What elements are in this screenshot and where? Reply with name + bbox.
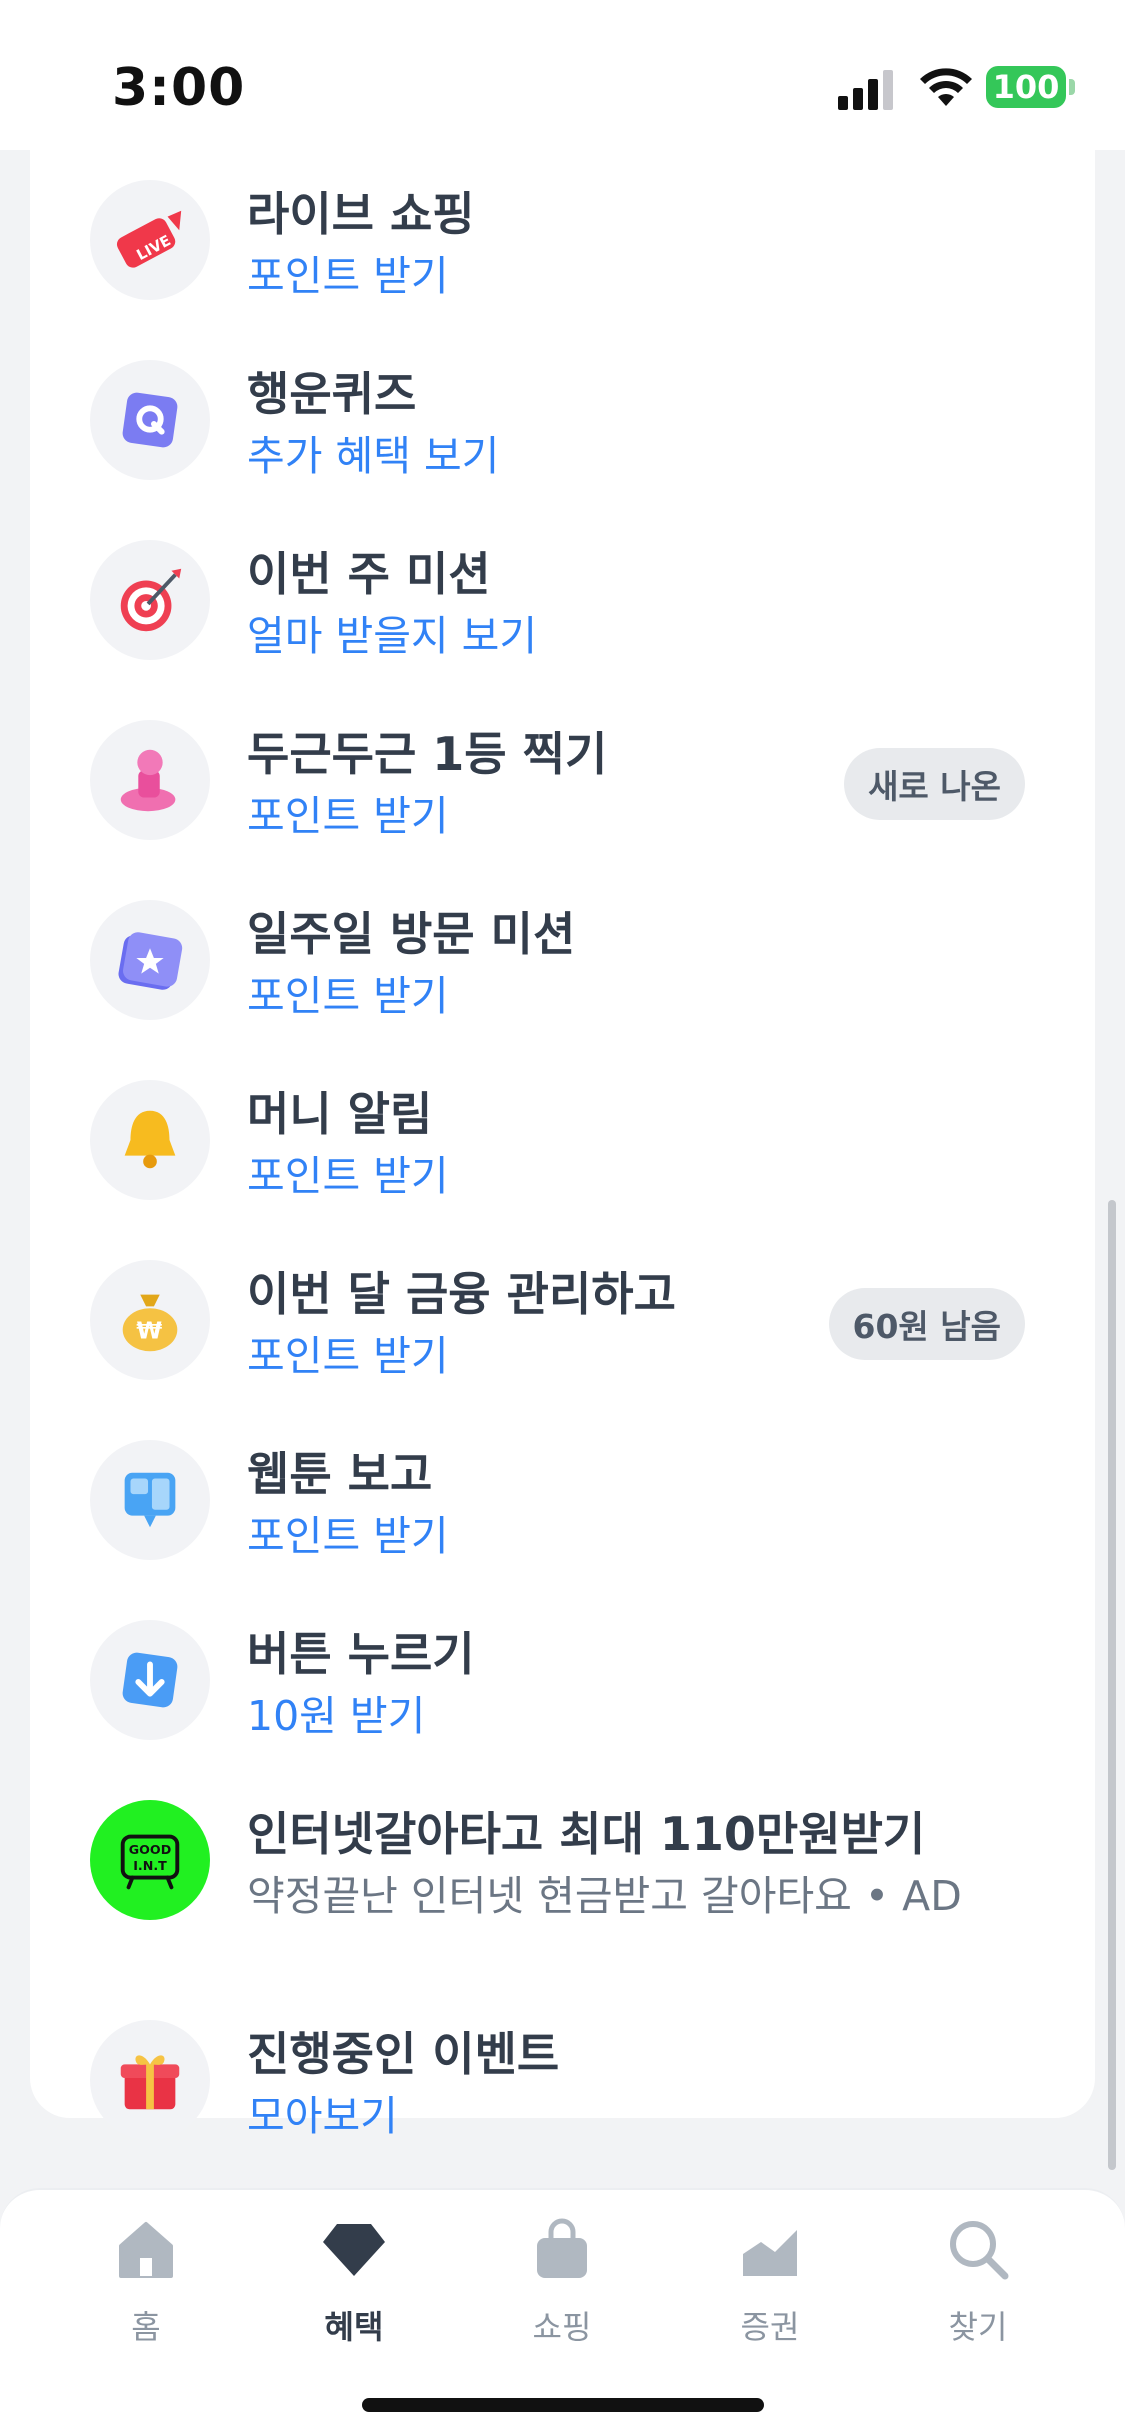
tab-home[interactable]: 홈	[66, 2216, 226, 2366]
target-icon	[90, 540, 210, 660]
item-title: 머니 알림	[247, 1087, 433, 1141]
stocks-chart-icon	[743, 2230, 797, 2276]
bell-icon	[90, 1080, 210, 1200]
gift-icon	[90, 2020, 210, 2140]
list-item-money-alert[interactable]: 머니 알림 포인트 받기	[30, 1050, 1095, 1230]
item-subtitle: 포인트 받기	[247, 1152, 449, 1200]
list-item-weekly-mission[interactable]: 이번 주 미션 얼마 받을지 보기	[30, 510, 1095, 690]
remaining-amount-badge: 60원 남음	[828, 1288, 1025, 1360]
tab-label: 증권	[740, 2308, 800, 2346]
battery-indicator: 100	[986, 66, 1066, 108]
list-item-monthly-finance[interactable]: ₩ 이번 달 금융 관리하고 포인트 받기 60원 남음	[30, 1230, 1095, 1410]
item-subtitle: 얼마 받을지 보기	[247, 612, 538, 660]
wifi-icon	[920, 68, 972, 106]
list-item-ongoing-events[interactable]: 진행중인 이벤트 모아보기	[30, 1990, 1095, 2170]
quiz-icon	[90, 360, 210, 480]
item-subtitle: 약정끝난 인터넷 현금받고 갈아타요 • AD	[247, 1872, 962, 1920]
money-bag-icon: ₩	[90, 1260, 210, 1380]
logo-text-top: GOOD	[129, 1842, 171, 1857]
list-item-first-place-stamp[interactable]: 두근두근 1등 찍기 포인트 받기 새로 나온	[30, 690, 1095, 870]
list-item-live-shopping[interactable]: LIVE 라이브 쇼핑 포인트 받기	[30, 150, 1095, 330]
webtoon-icon	[90, 1440, 210, 1560]
tab-label: 찾기	[948, 2308, 1008, 2346]
list-item-lucky-quiz[interactable]: 행운퀴즈 추가 혜택 보기	[30, 330, 1095, 510]
item-subtitle: 모아보기	[247, 2092, 398, 2140]
item-subtitle: 포인트 받기	[247, 1332, 449, 1380]
down-arrow-button-icon	[90, 1620, 210, 1740]
tab-shopping[interactable]: 쇼핑	[482, 2216, 642, 2366]
benefits-list-card: LIVE 라이브 쇼핑 포인트 받기 행운퀴즈 추가 혜택 보기 이번 주 미션…	[30, 150, 1095, 2140]
home-icon	[119, 2222, 173, 2278]
item-title: 두근두근 1등 찍기	[247, 727, 608, 781]
item-title: 이번 달 금융 관리하고	[247, 1267, 676, 1321]
good-int-logo: GOOD I.N.T	[90, 1800, 210, 1920]
item-title: 버튼 누르기	[247, 1627, 475, 1681]
item-subtitle: 포인트 받기	[247, 972, 449, 1020]
home-indicator	[362, 2398, 764, 2412]
list-item-internet-ad[interactable]: GOOD I.N.T 인터넷갈아타고 최대 110만원받기 약정끝난 인터넷 현…	[30, 1770, 1095, 1970]
svg-text:₩: ₩	[136, 1317, 162, 1345]
benefits-gem-icon	[323, 2224, 385, 2276]
item-title: 일주일 방문 미션	[247, 907, 576, 961]
cellular-signal-icon	[838, 70, 893, 110]
item-title: 인터넷갈아타고 최대 110만원받기	[247, 1807, 926, 1861]
item-title: 이번 주 미션	[247, 547, 491, 601]
tab-benefits[interactable]: 혜택	[274, 2216, 434, 2366]
list-item-press-button[interactable]: 버튼 누르기 10원 받기	[30, 1590, 1095, 1770]
item-title: 라이브 쇼핑	[247, 187, 475, 241]
calendar-icon	[90, 900, 210, 1020]
logo-text-bottom: I.N.T	[133, 1858, 167, 1873]
item-title: 진행중인 이벤트	[247, 2027, 560, 2081]
item-subtitle: 추가 혜택 보기	[247, 432, 500, 480]
item-subtitle: 포인트 받기	[247, 1512, 449, 1560]
tab-label: 쇼핑	[532, 2308, 592, 2346]
stamp-icon	[90, 720, 210, 840]
item-subtitle: 10원 받기	[247, 1692, 426, 1740]
live-shopping-icon: LIVE	[90, 180, 210, 300]
tab-label: 홈	[131, 2308, 161, 2346]
shopping-bag-icon	[537, 2218, 587, 2278]
status-time: 3:00	[112, 58, 246, 118]
search-icon	[950, 2221, 1009, 2280]
item-title: 행운퀴즈	[247, 367, 417, 421]
tab-stocks[interactable]: 증권	[690, 2216, 850, 2366]
tab-search[interactable]: 찾기	[898, 2216, 1058, 2366]
status-bar: 3:00 100	[0, 0, 1125, 150]
new-badge: 새로 나온	[844, 748, 1025, 820]
tab-label: 혜택	[324, 2308, 384, 2346]
list-item-weekly-visit-mission[interactable]: 일주일 방문 미션 포인트 받기	[30, 870, 1095, 1050]
item-title: 웹툰 보고	[247, 1447, 433, 1501]
item-subtitle: 포인트 받기	[247, 792, 449, 840]
battery-nub	[1069, 79, 1075, 95]
scrollbar[interactable]	[1108, 1200, 1116, 2170]
list-item-webtoon[interactable]: 웹툰 보고 포인트 받기	[30, 1410, 1095, 1590]
item-subtitle: 포인트 받기	[247, 252, 449, 300]
